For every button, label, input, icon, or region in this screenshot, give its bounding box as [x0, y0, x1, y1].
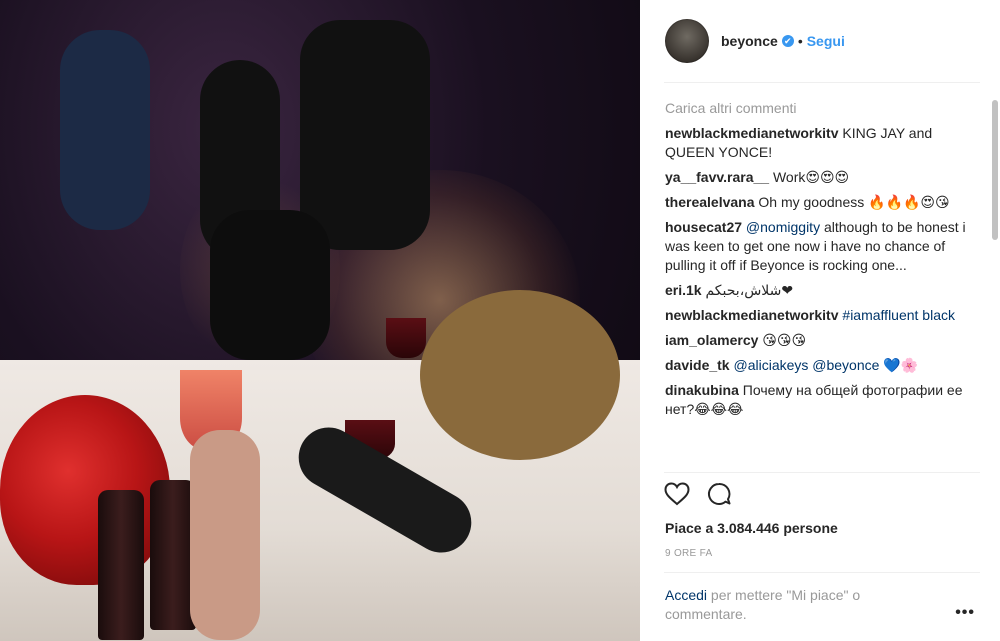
comment-mention-link[interactable]: @aliciakeys @beyonce — [730, 357, 879, 373]
comment-username[interactable]: eri.1k — [665, 282, 702, 298]
post-header: beyonce ✔ • Segui — [665, 18, 845, 64]
comment-item: iam_olamercy 😘😘😘 — [665, 331, 980, 350]
photo-figure — [210, 210, 330, 360]
comment-text: Oh my goodness 🔥🔥🔥😍😘 — [754, 194, 950, 210]
login-link[interactable]: Accedi — [665, 587, 707, 603]
photo-figure — [300, 20, 430, 250]
comment-mention-link[interactable]: #iamaffluent black — [839, 307, 955, 323]
comment-item: housecat27 @nomiggity although to be hon… — [665, 218, 980, 275]
comment-username[interactable]: housecat27 — [665, 219, 742, 235]
comment-username[interactable]: dinakubina — [665, 382, 739, 398]
comment-mention-link[interactable]: @nomiggity — [742, 219, 820, 235]
post-photo[interactable] — [0, 0, 640, 641]
comment-text: 😘😘😘 — [758, 332, 807, 348]
comment-username[interactable]: iam_olamercy — [665, 332, 758, 348]
avatar[interactable] — [665, 19, 709, 63]
comment-icon[interactable] — [706, 482, 732, 506]
divider — [664, 472, 980, 473]
comment-username[interactable]: ya__favv.rara__ — [665, 169, 769, 185]
photo-bottle — [98, 490, 144, 640]
comment-username[interactable]: newblackmedianetworkitv — [665, 125, 839, 141]
comment-item: eri.1k شلاش،بحبكم❤ — [665, 281, 980, 300]
comments-list[interactable]: Carica altri commenti newblackmedianetwo… — [665, 100, 980, 472]
post-timestamp[interactable]: 9 ORE FA — [665, 548, 712, 559]
comment-text: شلاش،بحبكم❤ — [701, 282, 794, 298]
post-actions — [664, 482, 732, 506]
divider — [664, 82, 980, 83]
verified-badge-icon: ✔ — [781, 35, 794, 47]
heart-icon[interactable] — [664, 482, 690, 506]
post-sidebar: beyonce ✔ • Segui Carica altri commenti … — [640, 0, 1000, 641]
comment-username[interactable]: therealelvana — [665, 194, 755, 210]
comment-item: newblackmedianetworkitv KING JAY and QUE… — [665, 124, 980, 162]
photo-glass — [386, 318, 426, 358]
username[interactable]: beyonce — [721, 33, 778, 49]
follow-button[interactable]: Segui — [807, 33, 845, 49]
more-options-button[interactable]: ••• — [955, 604, 975, 622]
photo-figure — [420, 290, 620, 460]
comment-username[interactable]: davide_tk — [665, 357, 730, 373]
photo-roses — [0, 395, 170, 585]
comment-item: ya__favv.rara__ Work😍😍😍 — [665, 168, 980, 187]
likes-count[interactable]: Piace a 3.084.446 persone — [665, 520, 838, 536]
photo-figure — [60, 30, 150, 230]
comment-item: dinakubina Почему на общей фотографии ее… — [665, 381, 980, 419]
comments-scrollbar[interactable] — [992, 100, 998, 240]
load-more-comments-link[interactable]: Carica altri commenti — [665, 100, 980, 116]
comment-text: Work😍😍😍 — [769, 169, 850, 185]
comment-username[interactable]: newblackmedianetworkitv — [665, 307, 839, 323]
comment-item: therealelvana Oh my goodness 🔥🔥🔥😍😘 — [665, 193, 980, 212]
comment-item: newblackmedianetworkitv #iamaffluent bla… — [665, 306, 980, 325]
login-prompt: Accedi per mettere "Mi piace" o commenta… — [665, 586, 915, 624]
divider — [664, 572, 980, 573]
photo-arm — [190, 430, 260, 640]
comment-item: davide_tk @aliciakeys @beyonce 💙🌸 — [665, 356, 980, 375]
comment-text: 💙🌸 — [879, 357, 919, 373]
separator-dot: • — [797, 33, 803, 49]
